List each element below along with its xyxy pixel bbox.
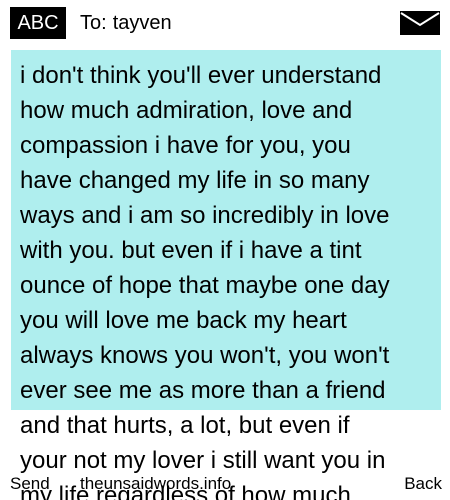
softkey-bar: Send theunsaidwords.info Back xyxy=(0,472,450,500)
envelope-icon xyxy=(400,11,440,35)
header: ABC To: tayven xyxy=(0,0,450,48)
sms-compose-screen: ABC To: tayven i don't think you'll ever … xyxy=(0,0,450,500)
to-label: To: xyxy=(80,12,107,34)
message-line: you will love me back my heart xyxy=(20,307,347,334)
recipient-name: tayven xyxy=(112,12,172,34)
message-body[interactable]: i don't think you'll ever understand how … xyxy=(20,58,438,500)
input-mode-badge[interactable]: ABC xyxy=(10,7,66,39)
message-line: with you. but even if i have a tint xyxy=(20,237,362,264)
message-line: have changed my life in so many xyxy=(20,167,370,194)
message-line: and that hurts, a lot, but even if xyxy=(20,412,350,439)
message-line: ways and i am so incredibly in love xyxy=(20,202,390,229)
message-line: always knows you won't, you won't xyxy=(20,342,390,369)
message-line: ever see me as more than a friend xyxy=(20,377,386,404)
watermark-text: theunsaidwords.info xyxy=(80,474,232,493)
message-line: ounce of hope that maybe one day xyxy=(20,272,390,299)
back-softkey[interactable]: Back xyxy=(404,472,442,496)
recipient-line[interactable]: To: tayven xyxy=(80,7,172,39)
send-softkey[interactable]: Send xyxy=(10,472,50,496)
message-line: compassion i have for you, you xyxy=(20,132,351,159)
message-line: i don't think you'll ever understand xyxy=(20,62,382,89)
message-line: how much admiration, love and xyxy=(20,97,353,124)
